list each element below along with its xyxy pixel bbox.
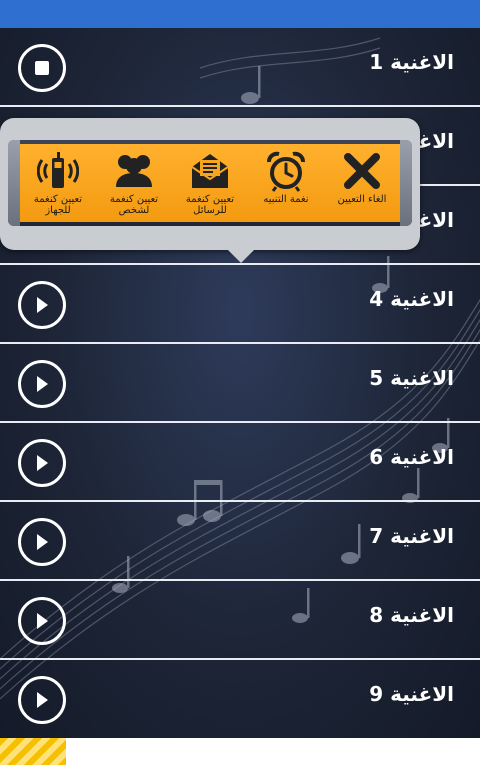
song-row[interactable]: الاغنية 6 xyxy=(0,423,480,502)
play-icon xyxy=(37,534,48,550)
song-row[interactable]: الاغنية 8 xyxy=(0,581,480,660)
play-icon xyxy=(37,613,48,629)
song-title: الاغنية 1 xyxy=(369,50,454,74)
song-title: الاغنية 6 xyxy=(369,445,454,469)
song-row[interactable]: الاغنية 1 xyxy=(0,28,480,107)
unassign-label: الغاء التعيين xyxy=(337,194,387,205)
toolbar-actions: الغاء التعيين نغمة التنبيه تعيين كنغمة ل… xyxy=(20,144,400,222)
play-button[interactable] xyxy=(18,360,66,408)
status-bar xyxy=(0,0,480,28)
song-title: الاغنية 5 xyxy=(369,366,454,390)
alarm-clock-icon xyxy=(267,151,305,192)
stop-button[interactable] xyxy=(18,44,66,92)
footer-bar xyxy=(0,738,480,765)
ringing-phone-icon xyxy=(37,152,79,188)
song-row[interactable]: الاغنية 9 xyxy=(0,660,480,738)
song-row[interactable]: الاغنية 4 xyxy=(0,265,480,344)
popup-pointer xyxy=(228,250,254,263)
song-title: الاغنية 9 xyxy=(369,682,454,706)
footer-stripe xyxy=(0,738,66,765)
play-button[interactable] xyxy=(18,676,66,724)
contact-icon xyxy=(116,155,152,187)
play-icon xyxy=(37,297,48,313)
play-button[interactable] xyxy=(18,518,66,566)
set-message-tone-label: تعيين كنغمة للرسائل xyxy=(185,194,235,216)
set-device-tone-button[interactable]: تعيين كنغمة للجهاز xyxy=(20,144,96,222)
close-icon xyxy=(344,153,380,189)
play-button[interactable] xyxy=(18,281,66,329)
envelope-icon xyxy=(191,154,229,188)
song-title: الاغنية 8 xyxy=(369,603,454,627)
toolbar-left-cap xyxy=(8,140,20,226)
toolbar-right-cap xyxy=(400,140,412,226)
song-row[interactable]: الاغنية 7 xyxy=(0,502,480,581)
play-icon xyxy=(37,455,48,471)
set-contact-tone-button[interactable]: تعيين كنغمة لشخص xyxy=(96,144,172,222)
ringtone-options-popup: الغاء التعيين نغمة التنبيه تعيين كنغمة ل… xyxy=(0,118,420,250)
unassign-button[interactable]: الغاء التعيين xyxy=(324,144,400,222)
song-title: الاغنية 7 xyxy=(369,524,454,548)
set-contact-tone-label: تعيين كنغمة لشخص xyxy=(109,194,159,216)
alarm-tone-label: نغمة التنبيه xyxy=(263,194,309,205)
play-button[interactable] xyxy=(18,439,66,487)
play-icon xyxy=(37,692,48,708)
popup-toolbar: الغاء التعيين نغمة التنبيه تعيين كنغمة ل… xyxy=(8,140,412,226)
song-row[interactable]: الاغنية 5 xyxy=(0,344,480,423)
set-device-tone-label: تعيين كنغمة للجهاز xyxy=(33,194,83,216)
play-icon xyxy=(37,376,48,392)
alarm-tone-button[interactable]: نغمة التنبيه xyxy=(248,144,324,222)
song-title: الاغنية 4 xyxy=(369,287,454,311)
play-button[interactable] xyxy=(18,597,66,645)
stop-icon xyxy=(35,61,49,75)
set-message-tone-button[interactable]: تعيين كنغمة للرسائل xyxy=(172,144,248,222)
